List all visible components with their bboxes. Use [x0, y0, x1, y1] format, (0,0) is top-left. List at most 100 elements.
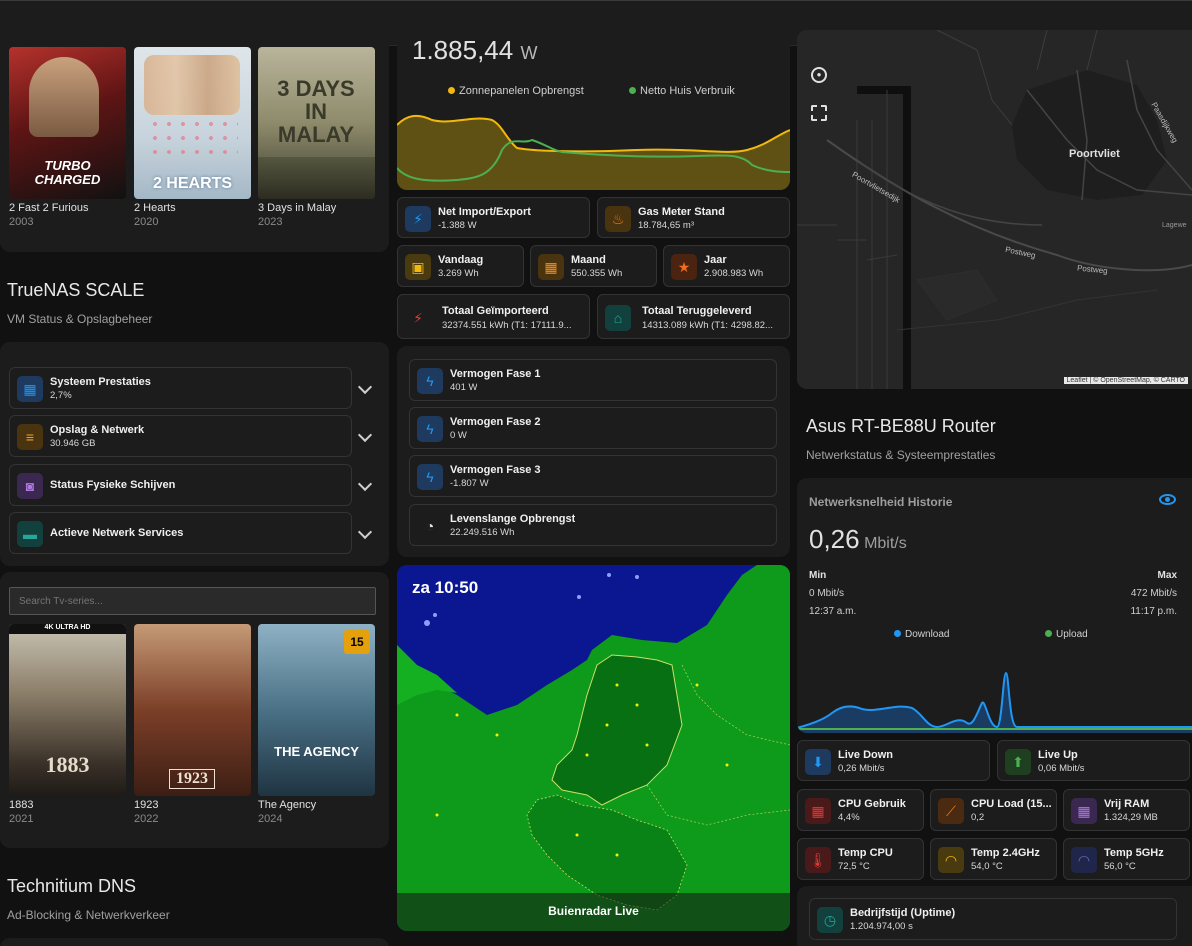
series-title: 1923: [134, 799, 159, 811]
map-fullscreen-icon[interactable]: [811, 105, 827, 121]
upload-icon: ⬆: [1005, 749, 1031, 775]
truenas-row-disks[interactable]: ◙ Status Fysieke Schijven: [9, 464, 352, 506]
tile-month[interactable]: ▦ Maand 550.355 Wh: [530, 245, 657, 287]
calendar-month-icon: ▦: [538, 254, 564, 280]
map-zoom-icon[interactable]: ●: [811, 67, 827, 83]
min-label: Min: [809, 570, 827, 581]
tile-value: 1.324,29 MB: [1104, 812, 1158, 823]
tile-label: Bedrijfstijd (Uptime): [850, 907, 956, 919]
chevron-down-icon[interactable]: [357, 524, 373, 540]
router-history-card: Netwerksnelheid Historie 0,26 Mbit/s Min…: [797, 478, 1192, 733]
tile-value: 4,4%: [838, 812, 860, 823]
network-folder-icon: ▬: [17, 521, 43, 547]
series-title: 1883: [9, 799, 34, 811]
truenas-row-performance[interactable]: ▦ Systeem Prestaties 2,7%: [9, 367, 352, 409]
min-time: 12:37 a.m.: [809, 606, 857, 617]
tile-label: Jaar: [704, 254, 727, 266]
max-label: Max: [1157, 570, 1177, 581]
tile-year[interactable]: ★ Jaar 2.908.983 Wh: [663, 245, 790, 287]
legend-net: Netto Huis Verbruik: [629, 85, 735, 97]
chevron-down-icon[interactable]: [357, 476, 373, 492]
tile-value: 0 W: [450, 430, 467, 441]
calendar-star-icon: ★: [671, 254, 697, 280]
router-title: Asus RT-BE88U Router: [806, 416, 996, 436]
tile-cpu-load[interactable]: ⟋ CPU Load (15... 0,2: [930, 789, 1057, 831]
cpu-icon: ▦: [17, 376, 43, 402]
tile-free-ram[interactable]: ▦ Vrij RAM 1.324,29 MB: [1063, 789, 1190, 831]
tile-label: Live Down: [838, 749, 894, 761]
tile-phase-2[interactable]: ϟ Vermogen Fase 2 0 W: [409, 407, 777, 449]
database-icon: ≡: [17, 424, 43, 450]
episode-count-badge: 15: [344, 630, 370, 654]
tile-value: 32374.551 kWh (T1: 17111.9...: [442, 320, 572, 331]
tile-today[interactable]: ▣ Vandaag 3.269 Wh: [397, 245, 524, 287]
row-value: 30.946 GB: [50, 438, 96, 449]
tile-live-up[interactable]: ⬆ Live Up 0,06 Mbit/s: [997, 740, 1190, 781]
tile-net-import-export[interactable]: ⚡ Net Import/Export -1.388 W: [397, 197, 590, 238]
truenas-card: ▦ Systeem Prestaties 2,7% ≡ Opslag & Net…: [0, 342, 389, 566]
chevron-down-icon[interactable]: [357, 379, 373, 395]
truenas-row-storage[interactable]: ≡ Opslag & Netwerk 30.946 GB: [9, 415, 352, 457]
movie-year: 2003: [9, 216, 34, 228]
tile-total-imported[interactable]: ⚡ Totaal Geïmporteerd 32374.551 kWh (T1:…: [397, 294, 590, 339]
tile-value: 0,06 Mbit/s: [1038, 763, 1085, 774]
download-icon: ⬇: [805, 749, 831, 775]
movie-poster[interactable]: 2 HEARTS: [134, 47, 251, 199]
eye-icon[interactable]: [1159, 494, 1176, 505]
energy-current: 1.885,44 W: [412, 35, 537, 66]
movies-card: TURBO CHARGED 2 Fast 2 Furious 2003 2 HE…: [0, 30, 389, 252]
chevron-down-icon[interactable]: [357, 427, 373, 443]
legend-solar: Zonnepanelen Opbrengst: [448, 85, 584, 97]
tile-phase-1[interactable]: ϟ Vermogen Fase 1 401 W: [409, 359, 777, 401]
transmission-tower-icon: ⚡: [405, 206, 431, 232]
tile-label: Vermogen Fase 2: [450, 416, 541, 428]
tile-value: 0,26 Mbit/s: [838, 763, 885, 774]
tile-live-down[interactable]: ⬇ Live Down 0,26 Mbit/s: [797, 740, 990, 781]
tile-phase-3[interactable]: ϟ Vermogen Fase 3 -1.807 W: [409, 455, 777, 497]
tile-label: Maand: [571, 254, 606, 266]
truenas-title: TrueNAS SCALE: [7, 280, 145, 300]
tile-label: Temp CPU: [838, 847, 893, 859]
tile-temp-cpu[interactable]: 🌡 Temp CPU 72,5 °C: [797, 838, 924, 880]
series-poster[interactable]: 1923: [134, 624, 251, 796]
flash-phase-icon: ϟ: [417, 464, 443, 490]
series-art-text: 1883: [45, 752, 90, 777]
search-input[interactable]: [9, 587, 376, 615]
movie-poster[interactable]: TURBO CHARGED: [9, 47, 126, 199]
tile-uptime[interactable]: ◷ Bedrijfstijd (Uptime) 1.204.974,00 s: [809, 898, 1177, 940]
tile-cpu-usage[interactable]: ▦ CPU Gebruik 4,4%: [797, 789, 924, 831]
movie-poster[interactable]: 3 DAYS IN MALAY: [258, 47, 375, 199]
map-tiles: [797, 30, 1192, 389]
tile-label: Temp 5GHz: [1104, 847, 1164, 859]
history-title: Netwerksnelheid Historie: [809, 495, 953, 509]
tile-value: 18.784,65 m³: [638, 220, 694, 231]
tile-total-returned[interactable]: ⌂ Totaal Teruggeleverd 14313.089 kWh (T1…: [597, 294, 790, 339]
tile-value: 0,2: [971, 812, 985, 823]
tile-gas-meter[interactable]: ♨ Gas Meter Stand 18.784,65 m³: [597, 197, 790, 238]
tile-label: CPU Gebruik: [838, 798, 906, 810]
thermometer-icon: 🌡: [805, 847, 831, 873]
tile-label: Vermogen Fase 3: [450, 464, 541, 476]
tile-label: Vrij RAM: [1104, 798, 1150, 810]
series-year: 2021: [9, 813, 34, 825]
tile-label: Vermogen Fase 1: [450, 368, 541, 380]
truenas-row-services[interactable]: ▬ Actieve Netwerk Services: [9, 512, 352, 554]
series-poster[interactable]: 4K ULTRA HD 1883: [9, 624, 126, 796]
tile-value: 3.269 Wh: [438, 268, 479, 279]
tile-temp-5ghz[interactable]: ◠ Temp 5GHz 56,0 °C: [1063, 838, 1190, 880]
cpu-icon: ▦: [805, 798, 831, 824]
movie-art-text: 2 HEARTS: [152, 175, 233, 192]
movie-art-text: TURBO CHARGED: [34, 158, 101, 187]
row-label: Status Fysieke Schijven: [50, 479, 176, 491]
tile-lifetime-yield[interactable]: ◔ Levenslange Opbrengst 22.249.516 Wh: [409, 504, 777, 546]
tile-temp-24ghz[interactable]: ◠ Temp 2.4GHz 54,0 °C: [930, 838, 1057, 880]
buienradar-card[interactable]: za 10:50 Buienradar Live: [397, 565, 790, 931]
row-value: 2,7%: [50, 390, 72, 401]
energy-current-value: 1.885,44: [412, 35, 514, 65]
calendar-today-icon: ▣: [405, 254, 431, 280]
flash-icon: ⚡: [413, 309, 423, 326]
tile-label: CPU Load (15...: [971, 798, 1052, 810]
wifi-icon: ◠: [938, 847, 964, 873]
location-map[interactable]: Poortvliet Poortvlietsedijk Postweg Post…: [797, 30, 1192, 389]
wifi-plus-icon: ◠: [1071, 847, 1097, 873]
